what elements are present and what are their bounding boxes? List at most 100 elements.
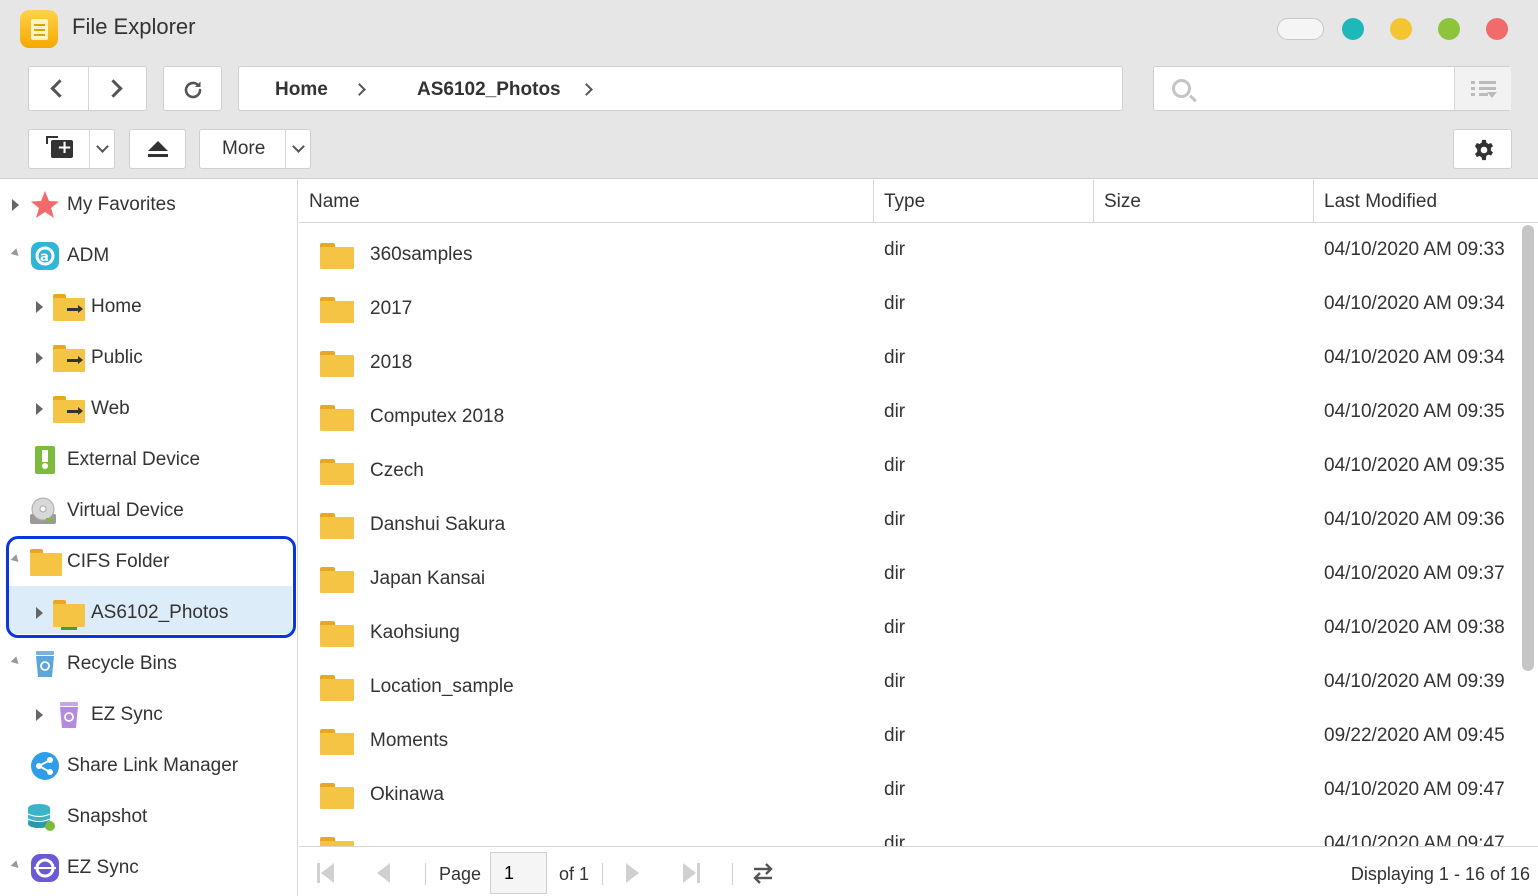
table-row[interactable]: 2017 dir 04/10/2020 AM 09:34	[299, 283, 1519, 337]
svg-text:a: a	[40, 250, 49, 265]
page-number-input[interactable]	[490, 852, 547, 894]
file-type: dir	[884, 779, 906, 800]
close-button[interactable]	[1486, 18, 1508, 40]
expand-arrow-icon[interactable]	[36, 607, 43, 619]
expand-arrow-icon[interactable]	[36, 709, 43, 721]
breadcrumb-as6102-photos[interactable]: AS6102_Photos	[417, 79, 561, 101]
table-row[interactable]: Japan Kansai dir 04/10/2020 AM 09:37	[299, 553, 1519, 607]
sidebar-item-label: Share Link Manager	[67, 755, 239, 776]
expand-arrow-icon[interactable]	[36, 403, 43, 415]
star-icon	[31, 191, 59, 218]
more-dropdown-button[interactable]	[286, 130, 311, 168]
table-header: Name Type Size Last Modified	[299, 180, 1538, 223]
window-teal-button[interactable]	[1342, 18, 1364, 40]
sidebar-item-my-favorites[interactable]: My Favorites	[0, 182, 297, 228]
maximize-button[interactable]	[1438, 18, 1460, 40]
sidebar-item-as6102-photos[interactable]: AS6102_Photos	[0, 590, 297, 636]
file-explorer-app-icon	[20, 10, 58, 48]
sidebar-item-public[interactable]: Public	[0, 335, 297, 381]
page-label: Page	[439, 864, 482, 884]
breadcrumb-home[interactable]: Home	[275, 79, 328, 101]
sidebar-item-label: Virtual Device	[67, 500, 184, 521]
sidebar-item-ezsync[interactable]: EZ Sync	[0, 845, 297, 891]
sidebar-item-adm[interactable]: a ADM	[0, 233, 297, 279]
chevron-down-icon	[96, 140, 109, 153]
settings-button[interactable]	[1453, 129, 1512, 169]
sidebar-item-label: My Favorites	[67, 194, 176, 215]
more-group: More	[199, 129, 311, 169]
file-type: dir	[884, 455, 906, 476]
sidebar-tree: My Favorites a ADM Home Public Web Exter…	[0, 180, 298, 896]
table-row[interactable]: 2018 dir 04/10/2020 AM 09:34	[299, 337, 1519, 391]
search-options-button[interactable]	[1454, 67, 1511, 110]
adm-icon: a	[31, 242, 59, 270]
table-row[interactable]: 360samples dir 04/10/2020 AM 09:33	[299, 229, 1519, 283]
table-row[interactable]: Okinawa dir 04/10/2020 AM 09:47	[299, 769, 1519, 823]
sidebar-item-external-device[interactable]: External Device	[0, 437, 297, 483]
chevron-right-icon	[104, 79, 123, 98]
column-header-name[interactable]: Name	[299, 180, 874, 223]
sidebar-item-snapshot[interactable]: Snapshot	[0, 794, 297, 840]
refresh-list-icon[interactable]	[751, 861, 775, 885]
table-row[interactable]: Danshui Sakura dir 04/10/2020 AM 09:36	[299, 499, 1519, 553]
file-type: dir	[884, 239, 906, 260]
more-button[interactable]: More	[200, 130, 285, 168]
file-modified: 04/10/2020 AM 09:33	[1324, 239, 1505, 260]
folder-icon	[320, 835, 354, 846]
table-row[interactable]: dir 04/10/2020 AM 09:47	[299, 823, 1519, 846]
folder-icon	[320, 673, 354, 701]
table-row[interactable]: Moments dir 09/22/2020 AM 09:45	[299, 715, 1519, 769]
folder-icon	[320, 781, 354, 809]
file-type: dir	[884, 671, 906, 692]
back-button[interactable]	[29, 67, 88, 110]
sidebar-item-web[interactable]: Web	[0, 386, 297, 432]
share-icon	[31, 752, 59, 780]
search-icon	[1172, 79, 1191, 98]
collapse-arrow-icon[interactable]	[10, 248, 22, 259]
file-modified: 04/10/2020 AM 09:35	[1324, 401, 1505, 422]
expand-arrow-icon[interactable]	[36, 352, 43, 364]
expand-arrow-icon[interactable]	[12, 199, 19, 211]
file-name: Czech	[370, 460, 424, 481]
table-row[interactable]: Czech dir 04/10/2020 AM 09:35	[299, 445, 1519, 499]
file-modified: 04/10/2020 AM 09:36	[1324, 509, 1505, 530]
sidebar-item-label: ADM	[67, 245, 110, 266]
file-type: dir	[884, 401, 906, 422]
create-folder-button[interactable]	[29, 130, 89, 168]
sidebar-item-share-link-manager[interactable]: Share Link Manager	[0, 743, 297, 789]
collapse-arrow-icon[interactable]	[10, 656, 22, 667]
sidebar-item-cifs-folder[interactable]: CIFS Folder	[0, 539, 297, 585]
table-row[interactable]: Location_sample dir 04/10/2020 AM 09:39	[299, 661, 1519, 715]
collapse-arrow-icon[interactable]	[10, 554, 22, 565]
minimize-button[interactable]	[1390, 18, 1412, 40]
sidebar-item-recycle-bins[interactable]: Recycle Bins	[0, 641, 297, 687]
eject-button[interactable]	[129, 129, 186, 169]
folder-icon	[320, 349, 354, 377]
window-pill-button[interactable]	[1277, 18, 1324, 40]
breadcrumb-separator-icon[interactable]	[353, 83, 366, 96]
file-name: Location_sample	[370, 676, 514, 697]
forward-button[interactable]	[89, 67, 147, 110]
sidebar-item-label: Public	[91, 347, 143, 368]
sidebar-item-ezsync-recycle[interactable]: EZ Sync	[0, 692, 297, 738]
table-row[interactable]: Kaohsiung dir 04/10/2020 AM 09:38	[299, 607, 1519, 661]
ezsync-icon	[31, 854, 59, 882]
recycle-bin-icon	[60, 702, 78, 728]
sidebar-item-label: CIFS Folder	[67, 551, 170, 572]
refresh-button[interactable]	[163, 66, 222, 111]
breadcrumb-separator-icon[interactable]	[580, 83, 593, 96]
expand-arrow-icon[interactable]	[36, 301, 43, 313]
sidebar-item-home[interactable]: Home	[0, 284, 297, 330]
sidebar-item-label: Web	[91, 398, 130, 419]
column-header-type[interactable]: Type	[874, 180, 1094, 223]
search-input[interactable]	[1204, 75, 1449, 103]
history-nav-group	[28, 66, 147, 111]
create-dropdown-button[interactable]	[90, 130, 115, 168]
collapse-arrow-icon[interactable]	[10, 860, 22, 871]
vertical-scrollbar[interactable]	[1522, 225, 1534, 671]
column-header-size[interactable]: Size	[1094, 180, 1314, 223]
table-row[interactable]: Computex 2018 dir 04/10/2020 AM 09:35	[299, 391, 1519, 445]
sidebar-item-virtual-device[interactable]: Virtual Device	[0, 488, 297, 534]
file-modified: 04/10/2020 AM 09:34	[1324, 293, 1505, 314]
column-header-last-modified[interactable]: Last Modified	[1314, 180, 1538, 223]
